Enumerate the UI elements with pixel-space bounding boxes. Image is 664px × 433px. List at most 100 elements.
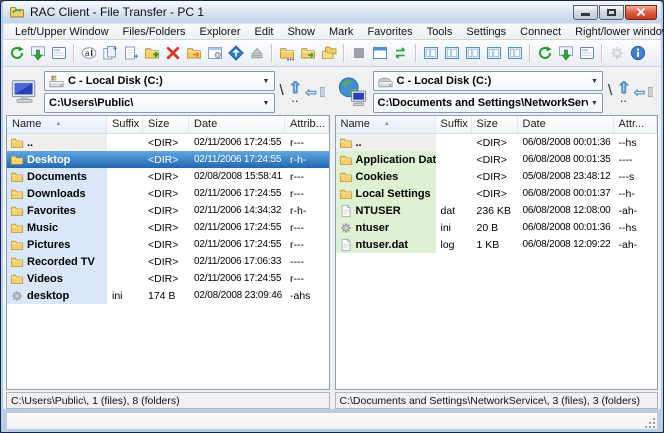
- file-row[interactable]: Recorded TV <DIR> 02/11/2006 17:06:33 ----: [7, 253, 329, 270]
- file-row[interactable]: Favorites <DIR> 02/11/2006 14:34:32 r-h-: [7, 202, 329, 219]
- column-header-size[interactable]: Size: [472, 116, 518, 133]
- file-row[interactable]: Cookies <DIR> 05/08/2008 23:48:12 ---s: [335, 168, 658, 185]
- file-row[interactable]: Pictures <DIR> 02/11/2006 17:24:55 r---: [7, 236, 329, 253]
- new-folder-button[interactable]: [141, 42, 162, 64]
- column-header-attrib[interactable]: Attrib...: [285, 116, 329, 133]
- transfer-from-remote-button[interactable]: [27, 42, 48, 64]
- drive-icon: [49, 75, 64, 88]
- file-row[interactable]: Local Settings <DIR> 06/08/2008 00:01:37 --…: [335, 185, 658, 202]
- back-button-right[interactable]: ⇦: [634, 84, 646, 101]
- resize-grip[interactable]: [645, 417, 656, 428]
- swap-panes-button[interactable]: [390, 42, 411, 64]
- folder-history-button[interactable]: [276, 42, 297, 64]
- file-size: 1 KB: [476, 238, 500, 251]
- menu-item-tools[interactable]: Tools: [420, 25, 460, 39]
- view-form-lower-button[interactable]: [576, 42, 597, 64]
- column-header-attr[interactable]: Attr...: [614, 116, 657, 133]
- paste-button[interactable]: [120, 42, 141, 64]
- chevron-down-icon[interactable]: ▼: [588, 94, 601, 112]
- copy-button[interactable]: [99, 42, 120, 64]
- chevron-down-icon[interactable]: ▼: [588, 72, 601, 90]
- menu-item-settings[interactable]: Settings: [459, 25, 513, 39]
- eject-button[interactable]: [246, 42, 267, 64]
- layout-5-button[interactable]: [504, 42, 525, 64]
- file-date: 06/08/2008 00:01:36: [522, 222, 611, 233]
- menu-item-right-lower-window[interactable]: Right/lower window: [568, 25, 663, 39]
- info-button[interactable]: [627, 42, 648, 64]
- file-row[interactable]: ntuser.dat log 1 KB 06/08/2008 12:09:22 -ah-: [335, 236, 658, 253]
- column-header-label: Attr...: [618, 118, 645, 130]
- forward-button-clipped[interactable]: [319, 87, 325, 97]
- drive-icon: [378, 75, 393, 88]
- file-row[interactable]: ntuser ini 20 B 06/08/2008 00:01:36 --hs: [335, 219, 658, 236]
- maximize-button[interactable]: [599, 4, 624, 20]
- layout-1-button[interactable]: [420, 42, 441, 64]
- path-input-right[interactable]: C:\Documents and Settings\NetworkService…: [372, 93, 603, 113]
- view-form-button[interactable]: [48, 42, 69, 64]
- transfer-button[interactable]: [225, 42, 246, 64]
- menu-item-mark[interactable]: Mark: [322, 25, 360, 39]
- delete-button[interactable]: [162, 42, 183, 64]
- file-row[interactable]: NTUSER dat 236 KB 06/08/2008 12:08:00 -ah-: [335, 202, 658, 219]
- close-button[interactable]: [625, 4, 657, 20]
- file-row[interactable]: Application Data <DIR> 06/08/2008 00:01:35…: [335, 151, 658, 168]
- refresh-lower-button[interactable]: [534, 42, 555, 64]
- folder-icon: [339, 170, 353, 184]
- file-row[interactable]: Music <DIR> 02/11/2006 17:24:55 r---: [7, 219, 329, 236]
- back-button-left[interactable]: ⇦: [305, 84, 317, 101]
- layout-3-button[interactable]: [462, 42, 483, 64]
- column-header-suffix[interactable]: Suffix: [436, 116, 472, 133]
- file-row[interactable]: desktop ini 174 B 02/08/2008 23:09:46 -ahs: [7, 287, 329, 304]
- path-input-left[interactable]: C:\Users\Public\ ▼: [44, 93, 275, 113]
- menu-item-left-upper-window[interactable]: Left/Upper Window: [8, 25, 116, 39]
- menu-item-explorer[interactable]: Explorer: [193, 25, 248, 39]
- folders-button[interactable]: [318, 42, 339, 64]
- folder-go-button[interactable]: [297, 42, 318, 64]
- rename-button[interactable]: [78, 42, 99, 64]
- column-header-name[interactable]: Name ▲: [7, 116, 107, 133]
- pane-right: C - Local Disk (C:) ▼ C:\Documents and Set…: [334, 70, 658, 409]
- root-dir-button-right[interactable]: \: [606, 82, 614, 99]
- drive-selector-left[interactable]: C - Local Disk (C:) ▼: [44, 71, 275, 91]
- layout-2-button[interactable]: [441, 42, 462, 64]
- column-header-date[interactable]: Date: [518, 116, 614, 133]
- window-button[interactable]: [369, 42, 390, 64]
- chevron-down-icon[interactable]: ▼: [260, 72, 273, 90]
- paste-icon: [123, 45, 139, 61]
- menu-item-edit[interactable]: Edit: [247, 25, 280, 39]
- parent-dir-button-left[interactable]: ⇧..: [288, 81, 303, 104]
- minimize-button[interactable]: [573, 4, 598, 20]
- settings-gear-button[interactable]: [606, 42, 627, 64]
- file-row[interactable]: Downloads <DIR> 02/11/2006 17:24:55 r---: [7, 185, 329, 202]
- column-header-name[interactable]: Name ▲: [335, 116, 436, 133]
- column-header-label: Name: [12, 118, 42, 130]
- column-header-date[interactable]: Date: [189, 116, 285, 133]
- remote-computer-button[interactable]: [336, 77, 370, 107]
- pack-folder-button[interactable]: [183, 42, 204, 64]
- file-row[interactable]: Videos <DIR> 02/11/2006 17:24:55 r---: [7, 270, 329, 287]
- menu-item-show[interactable]: Show: [280, 25, 322, 39]
- menu-item-files-folders[interactable]: Files/Folders: [116, 25, 193, 39]
- layout-4-button[interactable]: [483, 42, 504, 64]
- folder-icon: [10, 136, 24, 150]
- menu-item-connect[interactable]: Connect: [513, 25, 568, 39]
- stop-button[interactable]: [348, 42, 369, 64]
- file-row[interactable]: .. <DIR> 02/11/2006 17:24:55 r---: [7, 134, 329, 151]
- menu-item-favorites[interactable]: Favorites: [360, 25, 419, 39]
- file-row[interactable]: .. <DIR> 06/08/2008 00:01:36 --hs: [335, 134, 658, 151]
- local-computer-button[interactable]: [7, 77, 41, 107]
- chevron-down-icon[interactable]: ▼: [260, 94, 273, 112]
- column-header-suffix[interactable]: Suffix: [107, 116, 143, 133]
- file-row[interactable]: Documents <DIR> 02/08/2008 15:58:41 r---: [7, 168, 329, 185]
- root-dir-button-left[interactable]: \: [278, 82, 286, 99]
- title-bar[interactable]: RAC Client - File Transfer - PC 1: [3, 1, 661, 23]
- drive-selector-right[interactable]: C - Local Disk (C:) ▼: [372, 71, 603, 91]
- properties-button[interactable]: [204, 42, 225, 64]
- column-header-size[interactable]: Size: [143, 116, 189, 133]
- file-row[interactable]: Desktop <DIR> 02/11/2006 17:24:55 r-h-: [7, 151, 329, 168]
- file-date: 02/11/2006 14:34:32: [194, 205, 282, 216]
- parent-dir-button-right[interactable]: ⇧..: [616, 81, 631, 104]
- forward-button-clipped[interactable]: [648, 87, 654, 97]
- transfer-from-lower-button[interactable]: [555, 42, 576, 64]
- refresh-button[interactable]: [6, 42, 27, 64]
